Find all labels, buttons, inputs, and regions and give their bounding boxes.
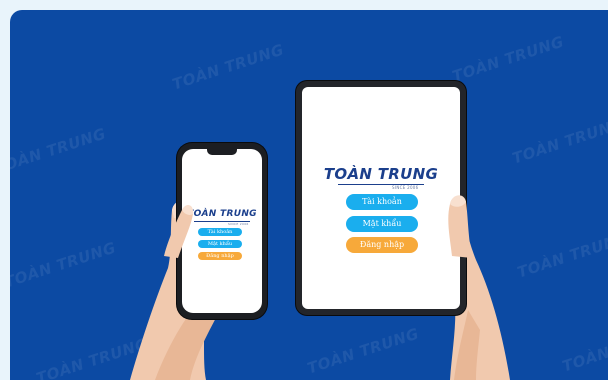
watermark: TOÀN TRUNG bbox=[560, 322, 608, 376]
phone-notch bbox=[207, 149, 237, 155]
account-field[interactable]: Tài khoản bbox=[198, 228, 242, 236]
page: TOÀN TRUNG TOÀN TRUNG TOÀN TRUNG TOÀN TR… bbox=[0, 0, 608, 380]
brand-logo: TOÀN TRUNG bbox=[323, 165, 439, 183]
watermark: TOÀN TRUNG bbox=[305, 324, 422, 378]
watermark: TOÀN TRUNG bbox=[450, 32, 567, 86]
watermark: TOÀN TRUNG bbox=[10, 238, 119, 292]
right-thumb-illustration bbox=[448, 195, 472, 258]
password-field[interactable]: Mật khẩu bbox=[346, 216, 418, 232]
password-field[interactable]: Mật khẩu bbox=[198, 240, 242, 248]
hero-banner: TOÀN TRUNG TOÀN TRUNG TOÀN TRUNG TOÀN TR… bbox=[10, 10, 608, 380]
brand-tagline: SINCE 2006 bbox=[228, 222, 249, 226]
watermark: TOÀN TRUNG bbox=[170, 40, 287, 94]
brand-tagline: SINCE 2006 bbox=[392, 185, 419, 190]
watermark: TOÀN TRUNG bbox=[510, 114, 608, 168]
watermark: TOÀN TRUNG bbox=[10, 124, 109, 178]
account-field[interactable]: Tài khoản bbox=[346, 194, 418, 210]
left-thumb-illustration bbox=[164, 205, 194, 258]
tablet-device: TOÀN TRUNG SINCE 2006 Tài khoản Mật khẩu… bbox=[296, 81, 466, 315]
login-button[interactable]: Đăng nhập bbox=[346, 237, 418, 253]
tablet-screen: TOÀN TRUNG SINCE 2006 Tài khoản Mật khẩu… bbox=[302, 87, 460, 309]
login-button[interactable]: Đăng nhập bbox=[198, 252, 242, 260]
